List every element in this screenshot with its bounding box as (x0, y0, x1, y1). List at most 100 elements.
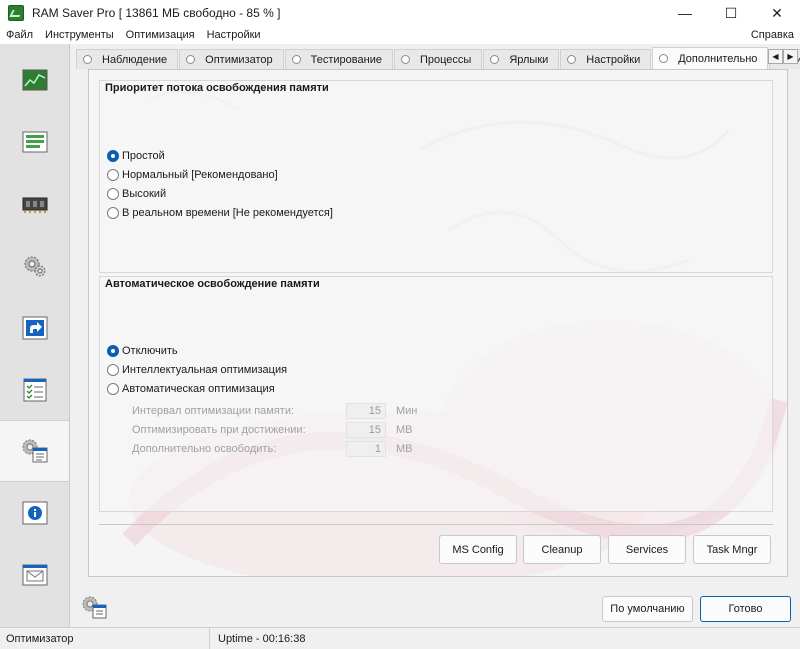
gears-icon (24, 256, 45, 277)
threshold-input[interactable]: 15 (346, 422, 386, 438)
tab-label: Процессы (419, 53, 472, 66)
radio-label: Простой (122, 150, 165, 162)
ms-config-button[interactable]: MS Config (439, 535, 517, 564)
tab-label: Тестирование (310, 53, 382, 66)
menu-help[interactable]: Справка (751, 26, 794, 44)
radio-label: Отключить (122, 345, 178, 357)
tab-advanced[interactable]: Дополнительно (652, 47, 769, 69)
auto-release-group-legend: Автоматическое освобождение памяти (105, 278, 320, 290)
sidebar-item-feedback[interactable] (0, 544, 69, 606)
priority-group: Приоритет потока освобождения памяти Про… (99, 80, 773, 273)
status-section: Оптимизатор (0, 627, 210, 649)
param-label: Дополнительно освободить: (132, 443, 277, 455)
maximize-button[interactable]: ☐ (708, 0, 754, 26)
param-interval: Интервал оптимизации памяти: 15 Мин (132, 403, 417, 419)
uptime-status: Uptime - 00:16:38 (218, 632, 306, 645)
checklist-icon (23, 378, 46, 402)
param-label: Интервал оптимизации памяти: (132, 405, 295, 417)
shortcut-arrow-icon (22, 316, 47, 340)
param-threshold: Оптимизировать при достижении: 15 MB (132, 422, 413, 438)
interval-input[interactable]: 15 (346, 403, 386, 419)
tab-monitoring[interactable]: Наблюдение (76, 49, 179, 69)
tab-optimizer[interactable]: Оптимизатор (179, 49, 284, 69)
tab-dot-icon (400, 55, 410, 64)
task-manager-button[interactable]: Task Mngr (693, 535, 771, 564)
title-bar: RAM Saver Pro [ 13861 МБ свободно - 85 %… (0, 0, 800, 26)
services-button[interactable]: Services (608, 535, 686, 564)
tab-dot-icon (83, 55, 92, 64)
radio-label: В реальном времени [Не рекомендуется] (122, 207, 333, 219)
auto-option-disable[interactable]: Отключить (107, 345, 178, 357)
tab-shortcuts[interactable]: Ярлыки (483, 49, 560, 69)
monitor-graph-icon (22, 69, 47, 91)
done-button[interactable]: Готово (700, 596, 791, 622)
divider (99, 524, 773, 525)
priority-option-simple[interactable]: Простой (107, 150, 165, 162)
menu-bar: Файл Инструменты Оптимизация Настройки С… (0, 26, 800, 44)
window-title: RAM Saver Pro [ 13861 МБ свободно - 85 %… (32, 6, 281, 20)
sidebar-item-processes[interactable] (0, 235, 69, 297)
auto-option-intelligent[interactable]: Интеллектуальная оптимизация (107, 364, 287, 376)
radio[interactable] (107, 207, 119, 219)
sidebar-item-settings[interactable] (0, 359, 69, 421)
param-unit: MB (396, 424, 413, 436)
param-unit: Мин (396, 405, 418, 417)
envelope-icon (22, 564, 47, 586)
sidebar (0, 44, 70, 627)
default-button[interactable]: По умолчанию (602, 596, 693, 622)
gears-settings-icon (82, 596, 107, 619)
auto-release-group: Автоматическое освобождение памяти Отклю… (99, 276, 773, 512)
priority-group-legend: Приоритет потока освобождения памяти (105, 82, 329, 94)
sidebar-item-about[interactable] (0, 482, 69, 544)
ram-chip-icon (22, 197, 47, 213)
menu-tools[interactable]: Инструменты (39, 26, 120, 44)
tab-dot-icon (659, 54, 669, 63)
tab-strip: Наблюдение Оптимизатор Тестирование Проц… (76, 47, 800, 69)
sidebar-item-shortcuts[interactable] (0, 297, 69, 359)
priority-option-normal[interactable]: Нормальный [Рекомендовано] (107, 169, 278, 181)
menu-settings[interactable]: Настройки (201, 26, 267, 44)
radio[interactable] (107, 383, 119, 395)
tab-label: Настройки (586, 53, 641, 66)
radio[interactable] (107, 188, 119, 200)
priority-option-high[interactable]: Высокий (107, 188, 166, 200)
tab-scroll-left-button[interactable]: ◀ (768, 49, 783, 64)
tab-processes[interactable]: Процессы (393, 49, 483, 69)
menu-optimization[interactable]: Оптимизация (120, 26, 201, 44)
auto-option-automatic[interactable]: Автоматическая оптимизация (107, 383, 275, 395)
app-icon (8, 5, 24, 21)
radio[interactable] (107, 364, 119, 376)
minimize-button[interactable]: — (662, 0, 708, 26)
sidebar-item-memory[interactable] (0, 111, 69, 173)
param-label: Оптимизировать при достижении: (132, 424, 306, 436)
cleanup-button[interactable]: Cleanup (523, 535, 601, 564)
info-icon (22, 501, 47, 525)
extra-input[interactable]: 1 (346, 441, 386, 457)
sidebar-item-ram[interactable] (0, 173, 69, 235)
tab-scroll-right-button[interactable]: ▶ (783, 49, 798, 64)
radio-label: Интеллектуальная оптимизация (122, 364, 288, 376)
memory-bars-icon (22, 131, 47, 153)
advanced-panel: Приоритет потока освобождения памяти Про… (88, 69, 788, 577)
tab-label: Оптимизатор (205, 53, 273, 66)
tab-testing[interactable]: Тестирование (284, 49, 393, 69)
radio-checked[interactable] (107, 150, 119, 162)
radio-label: Высокий (122, 188, 167, 200)
close-button[interactable]: ✕ (754, 0, 800, 26)
sidebar-item-monitor[interactable] (0, 49, 69, 111)
tab-label: Ярлыки (509, 53, 549, 66)
tab-dot-icon (490, 55, 500, 64)
sidebar-item-advanced[interactable] (0, 420, 69, 482)
tab-dot-icon (291, 55, 301, 64)
tab-dot-icon (567, 55, 577, 64)
radio[interactable] (107, 169, 119, 181)
tab-settings[interactable]: Настройки (560, 49, 652, 69)
priority-option-realtime[interactable]: В реальном времени [Не рекомендуется] (107, 207, 333, 219)
radio-label: Автоматическая оптимизация (122, 383, 275, 395)
radio-checked[interactable] (107, 345, 119, 357)
menu-file[interactable]: Файл (0, 26, 39, 44)
tab-dot-icon (186, 55, 196, 64)
status-bar: Оптимизатор Uptime - 00:16:38 (0, 627, 800, 649)
tab-label: Дополнительно (678, 52, 758, 65)
param-extra: Дополнительно освободить: 1 MB (132, 441, 413, 457)
